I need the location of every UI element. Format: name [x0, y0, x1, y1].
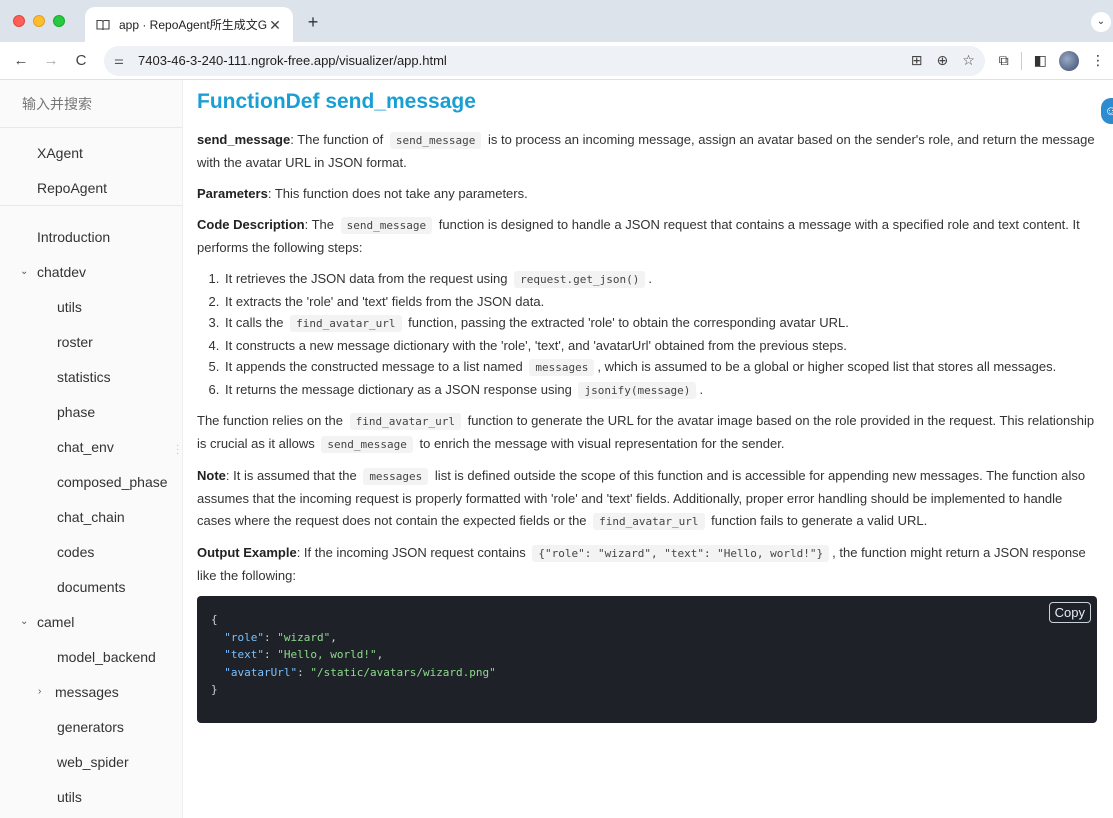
sidebar-item-documents[interactable]: documents	[0, 569, 182, 604]
steps-list: It retrieves the JSON data from the requ…	[223, 268, 1097, 401]
description-paragraph: Code Description: The send_message funct…	[197, 214, 1097, 259]
list-item: It retrieves the JSON data from the requ…	[223, 268, 1097, 291]
output-label: Output Example	[197, 545, 297, 560]
reload-icon[interactable]: C	[68, 48, 94, 74]
sidebar-item-statistics[interactable]: statistics	[0, 359, 182, 394]
code-line: "role": "wizard",	[224, 630, 337, 644]
code-line: "avatarUrl": "/static/avatars/wizard.png…	[224, 665, 496, 679]
search-input[interactable]: 输入并搜索	[0, 80, 182, 128]
code-line: }	[211, 683, 218, 696]
sidebar-item-composed-phase[interactable]: composed_phase	[0, 464, 182, 499]
list-item: It appends the constructed message to a …	[223, 356, 1097, 379]
sidebar-item-codes[interactable]: codes	[0, 534, 182, 569]
sidebar-item-chat-chain[interactable]: chat_chain	[0, 499, 182, 534]
profile-avatar[interactable]	[1059, 50, 1079, 71]
inline-code: find_avatar_url	[593, 513, 705, 530]
sidebar-item-chatdev[interactable]: ⌄ chatdev	[0, 254, 182, 289]
sidebar-item-utils-camel[interactable]: utils	[0, 779, 182, 814]
relies-paragraph: The function relies on the find_avatar_u…	[197, 413, 1095, 453]
sidebar-item-xagent[interactable]: XAgent	[0, 135, 182, 170]
output-paragraph: Output Example: If the incoming JSON req…	[197, 545, 1086, 583]
maximize-window-button[interactable]	[53, 15, 65, 27]
sidebar-item-label: chatdev	[37, 263, 87, 280]
parameters-text: : This function does not take any parame…	[267, 186, 528, 201]
sidebar-item-label: camel	[37, 613, 75, 630]
side-panel-icon[interactable]: ◧	[1034, 52, 1047, 69]
doc-sidebar: 输入并搜索 XAgent RepoAgent Introduction ⌄ cha…	[0, 80, 183, 818]
back-arrow-icon[interactable]: ←	[8, 48, 34, 74]
parameters-paragraph: Parameters: This function does not take …	[197, 183, 1097, 205]
inline-code: send_message	[389, 132, 482, 149]
page-title: FunctionDef send_message	[197, 90, 476, 113]
list-item: It calls the find_avatar_url function, p…	[223, 312, 1097, 335]
toolbar-divider	[1020, 51, 1022, 70]
forward-arrow-icon[interactable]: →	[38, 48, 64, 74]
sidebar-item-web-spider[interactable]: web_spider	[0, 744, 182, 779]
translate-icon[interactable]: ⊞	[911, 52, 923, 69]
note-paragraph: Note: It is assumed that the messages li…	[197, 468, 1086, 530]
url-text[interactable]: 7403-46-3-240-111.ngrok-free.app/visuali…	[138, 53, 911, 68]
note-label: Note	[197, 468, 226, 483]
bookmark-star-icon[interactable]: ☆	[962, 52, 975, 69]
tab-strip: app · RepoAgent所生成文GitB ✕ + ⌄	[0, 0, 1113, 42]
inline-code: request.get_json()	[514, 271, 646, 288]
sidebar-item-camel[interactable]: ⌄ camel	[0, 604, 182, 639]
sidebar-item-utils[interactable]: utils	[0, 289, 182, 324]
book-icon	[95, 17, 111, 33]
list-item: It constructs a new message dictionary w…	[223, 335, 1097, 357]
sidebar-item-messages[interactable]: › messages	[0, 674, 182, 709]
summary-text: : The function of	[290, 132, 384, 147]
description-text: : The	[304, 217, 335, 232]
accessibility-icon[interactable]: ☺	[1101, 98, 1113, 124]
extensions-puzzle-icon[interactable]: ⧉	[999, 52, 1009, 69]
inline-code: send_message	[340, 217, 433, 234]
sidebar-item-model-backend[interactable]: model_backend	[0, 639, 182, 674]
kebab-menu-icon[interactable]: ⋮	[1091, 52, 1105, 69]
description-label: Code Description	[197, 217, 305, 232]
sidebar-item-phase[interactable]: phase	[0, 394, 182, 429]
zoom-icon[interactable]: ⊕	[936, 52, 948, 69]
code-line: "text": "Hello, world!",	[224, 648, 384, 661]
inline-code: find_avatar_url	[349, 413, 461, 430]
parameters-label: Parameters	[197, 186, 268, 201]
inline-code: jsonify(message)	[578, 381, 697, 399]
browser-tab-active[interactable]: app · RepoAgent所生成文GitB ✕	[85, 7, 293, 42]
spacer	[0, 128, 182, 135]
summary-label: send_message	[197, 132, 291, 147]
inline-code: send_message	[321, 436, 413, 453]
address-bar[interactable]: ⚌ 7403-46-3-240-111.ngrok-free.app/visua…	[104, 45, 985, 76]
new-tab-button[interactable]: +	[303, 12, 323, 33]
sidebar-divider	[0, 205, 182, 219]
sidebar-item-label: messages	[55, 683, 119, 700]
list-item: It returns the message dictionary as a J…	[223, 379, 1097, 402]
sidebar-item-generators[interactable]: generators	[0, 709, 182, 744]
tab-title: app · RepoAgent所生成文GitB	[119, 18, 267, 32]
sidebar-item-introduction[interactable]: Introduction	[0, 219, 182, 254]
list-item: It extracts the 'role' and 'text' fields…	[223, 291, 1097, 313]
tab-search-chevron-icon[interactable]: ⌄	[1091, 12, 1111, 32]
sidebar-nav: XAgent RepoAgent Introduction ⌄ chatdev u…	[0, 128, 182, 814]
minimize-window-button[interactable]	[33, 15, 45, 27]
sidebar-item-repoagent[interactable]: RepoAgent	[0, 170, 182, 205]
inline-code: find_avatar_url	[290, 315, 402, 332]
sidebar-item-roster[interactable]: roster	[0, 324, 182, 359]
chevron-down-icon[interactable]: ⌄	[20, 266, 37, 277]
inline-code: {"role": "wizard", "text": "Hello, world…	[532, 545, 830, 562]
window-controls	[13, 15, 65, 27]
copy-button[interactable]: Copy	[1048, 602, 1091, 623]
browser-toolbar: ← → C ⚌ 7403-46-3-240-111.ngrok-free.app…	[0, 42, 1113, 80]
chevron-down-icon[interactable]: ⌄	[20, 616, 37, 627]
inline-code: messages	[363, 468, 429, 485]
close-tab-icon[interactable]: ✕	[267, 17, 283, 33]
chevron-right-icon[interactable]: ›	[38, 686, 55, 697]
summary-paragraph: send_message: The function of send_messa…	[197, 129, 1097, 174]
sidebar-resize-handle[interactable]: · · ·	[176, 441, 180, 459]
code-block: { "role": "wizard", "text": "Hello, worl…	[197, 596, 1097, 723]
inline-code: messages	[529, 359, 595, 376]
close-window-button[interactable]	[13, 15, 25, 27]
doc-content: FunctionDef send_message ☺ send_message:…	[183, 80, 1113, 818]
site-settings-icon[interactable]: ⚌	[114, 54, 132, 67]
code-line: {	[211, 613, 218, 626]
sidebar-item-chat-env[interactable]: chat_env	[0, 429, 182, 464]
